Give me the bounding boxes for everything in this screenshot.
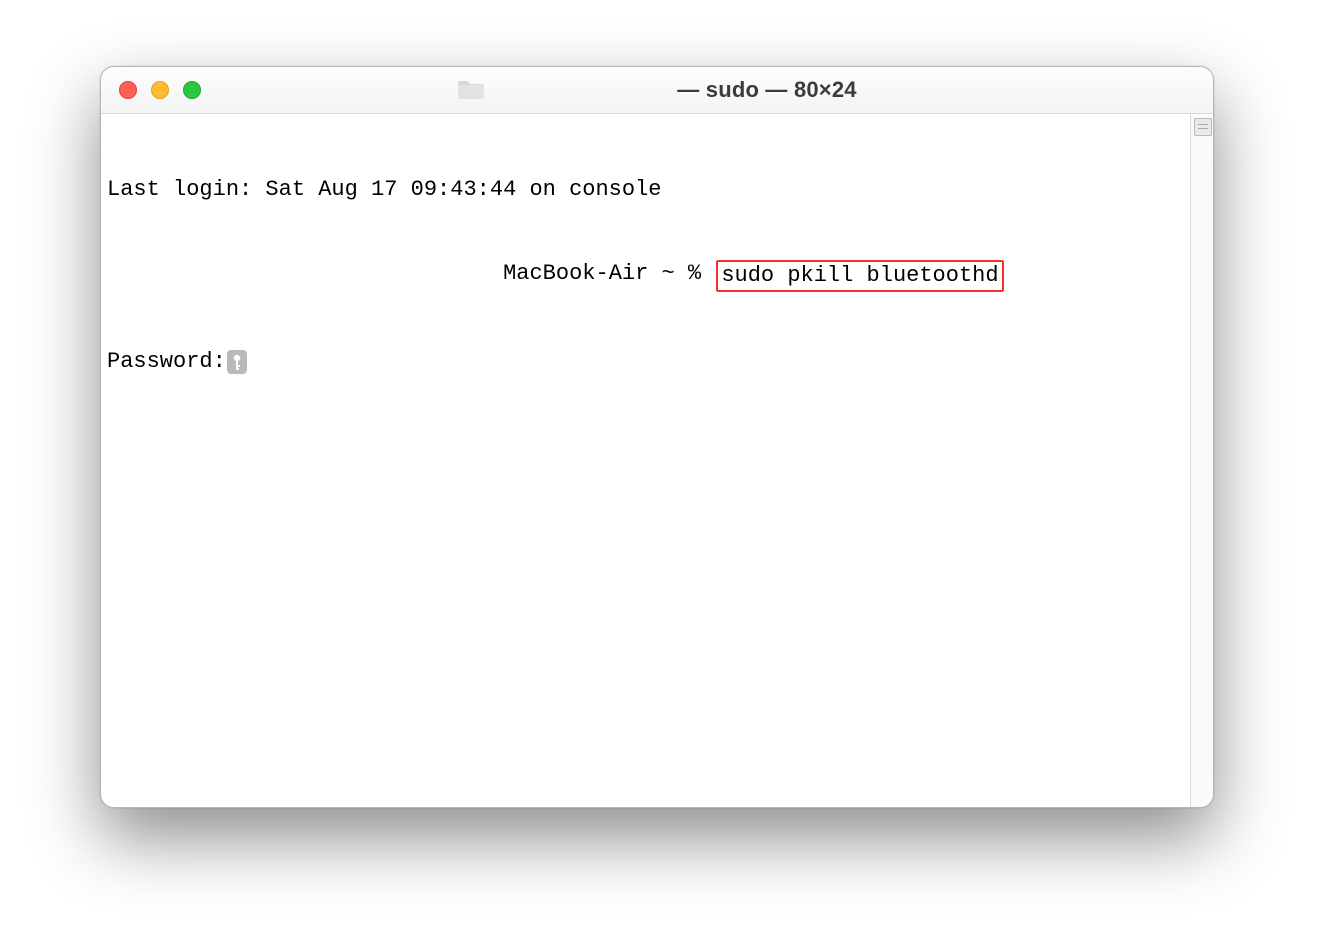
prompt-host: MacBook-Air ~ % <box>503 260 714 292</box>
scrollbar[interactable] <box>1190 114 1213 807</box>
title-center: — sudo — 80×24 <box>101 77 1213 103</box>
last-login-line: Last login: Sat Aug 17 09:43:44 on conso… <box>107 176 1184 204</box>
zoom-button[interactable] <box>183 81 201 99</box>
password-line: Password: <box>107 348 1184 376</box>
window-title: — sudo — 80×24 <box>677 77 856 103</box>
close-button[interactable] <box>119 81 137 99</box>
folder-icon <box>457 79 485 101</box>
key-icon <box>227 350 247 374</box>
prompt-spacer <box>107 260 503 292</box>
command-highlight: sudo pkill bluetoothd <box>716 260 1003 292</box>
terminal-window: — sudo — 80×24 Last login: Sat Aug 17 09… <box>100 66 1214 808</box>
titlebar[interactable]: — sudo — 80×24 <box>101 67 1213 114</box>
terminal-body[interactable]: Last login: Sat Aug 17 09:43:44 on conso… <box>101 114 1213 807</box>
prompt-line: MacBook-Air ~ % sudo pkill bluetoothd <box>107 260 1184 292</box>
minimize-button[interactable] <box>151 81 169 99</box>
password-label: Password: <box>107 348 226 376</box>
window-controls <box>101 81 201 99</box>
terminal-content[interactable]: Last login: Sat Aug 17 09:43:44 on conso… <box>101 114 1190 807</box>
scrollbar-thumb[interactable] <box>1194 118 1212 136</box>
